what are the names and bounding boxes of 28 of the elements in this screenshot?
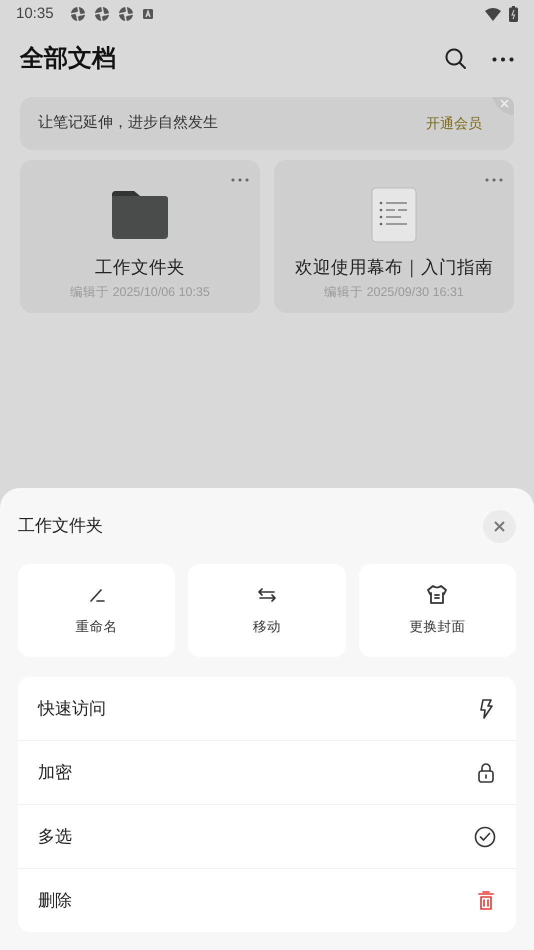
menu-item[interactable]: 加密 xyxy=(18,741,516,804)
trash-icon xyxy=(476,890,496,912)
banner-text: 让笔记延伸，进步自然发生 xyxy=(38,113,219,134)
more-icon[interactable] xyxy=(492,56,514,62)
action-tile[interactable]: 移动 xyxy=(188,564,346,657)
page-title: 全部文档 xyxy=(20,44,117,74)
aperture-icon xyxy=(118,6,134,22)
aperture-icon xyxy=(70,6,86,22)
status-time: 10:35 xyxy=(16,4,54,24)
wifi-icon xyxy=(485,8,501,20)
action-tile[interactable]: 更换封面 xyxy=(358,564,516,657)
aperture-icon xyxy=(94,6,110,22)
action-tile[interactable]: 重命名 xyxy=(18,564,176,657)
search-icon[interactable] xyxy=(444,47,468,71)
keyboard-icon xyxy=(142,8,154,20)
menu-item[interactable]: 快速访问 xyxy=(18,677,516,740)
sheet-title: 工作文件夹 xyxy=(18,515,104,538)
close-button[interactable] xyxy=(483,510,516,542)
battery-icon xyxy=(509,6,518,22)
document-name: 工作文件夹 xyxy=(95,256,185,279)
menu-item[interactable]: 多选 xyxy=(18,805,516,868)
check-circle-icon xyxy=(474,826,496,848)
menu-item[interactable]: 删除 xyxy=(18,869,516,932)
folder-icon xyxy=(110,189,170,241)
document-icon xyxy=(371,187,417,243)
close-icon xyxy=(494,520,505,532)
lock-icon xyxy=(476,762,496,784)
document-name: 欢迎使用幕布｜入门指南 xyxy=(295,256,493,280)
